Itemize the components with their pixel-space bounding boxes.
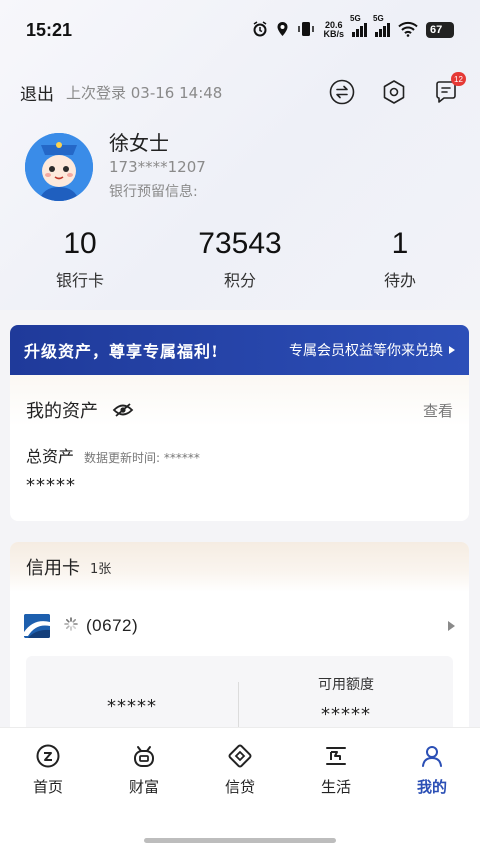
account-header: 退出 上次登录 03-16 14:48 12 bbox=[20, 72, 466, 110]
net-speed-unit: KB/s bbox=[323, 29, 344, 39]
user-name: 徐女士 bbox=[109, 131, 169, 155]
bank-reserved-info: 银行预留信息: bbox=[109, 184, 198, 200]
stat-value: 10 bbox=[63, 227, 97, 260]
caret-right-icon bbox=[448, 621, 455, 631]
nav-label: 生活 bbox=[320, 778, 351, 796]
avatar[interactable] bbox=[25, 133, 93, 201]
nav-label: 我的 bbox=[416, 778, 447, 796]
credit-card-title: 信用卡 bbox=[26, 558, 80, 579]
view-assets-link[interactable]: 查看 bbox=[423, 400, 453, 421]
home-indicator[interactable] bbox=[144, 838, 336, 843]
total-assets-label: 总资产 bbox=[26, 447, 75, 466]
wealth-icon bbox=[130, 742, 158, 770]
stat-value: 73543 bbox=[198, 227, 282, 260]
user-profile[interactable]: 徐女士 173****1207 银行预留信息: bbox=[25, 130, 465, 210]
loading-icon bbox=[64, 617, 78, 635]
credit-card-header: 信用卡 1张 bbox=[10, 542, 469, 592]
status-time: 15:21 bbox=[26, 19, 73, 40]
my-assets-card: 我的资产 查看 总资产 数据更新时间: ****** ***** bbox=[10, 375, 469, 521]
available-limit-value: ***** bbox=[321, 704, 371, 725]
stat-todo[interactable]: 1 待办 bbox=[320, 225, 480, 295]
promo-subtitle: 专属会员权益等你来兑换 bbox=[289, 343, 443, 359]
net-speed: 20.6 KB/s bbox=[323, 21, 344, 39]
status-icons: 20.6 KB/s 5G 5G 67 bbox=[252, 14, 454, 40]
stat-label: 银行卡 bbox=[55, 271, 104, 290]
user-phone: 173****1207 bbox=[109, 158, 206, 176]
battery-icon: 67 bbox=[426, 22, 454, 38]
assets-title: 我的资产 bbox=[26, 401, 98, 422]
nav-loan[interactable]: 信贷 bbox=[192, 742, 288, 814]
settings-icon[interactable] bbox=[380, 78, 408, 106]
profile-icon bbox=[418, 742, 446, 770]
status-bar: 15:21 20.6 KB/s 5G 5G 67 bbox=[0, 0, 480, 60]
nav-home[interactable]: 首页 bbox=[0, 742, 96, 814]
bottom-navigation: 首页 财富 信贷 生活 我的 bbox=[0, 727, 480, 853]
promo-link[interactable]: 专属会员权益等你来兑换 bbox=[289, 340, 455, 360]
nav-life[interactable]: 生活 bbox=[288, 742, 384, 814]
credit-card-number: (0672) bbox=[86, 616, 139, 635]
vibrate-icon bbox=[297, 21, 315, 40]
message-icon[interactable]: 12 bbox=[432, 72, 466, 106]
wifi-icon bbox=[398, 21, 418, 40]
eye-hidden-icon[interactable] bbox=[112, 402, 134, 418]
stat-bank-cards[interactable]: 10 银行卡 bbox=[0, 225, 160, 295]
signal-label: 5G bbox=[350, 14, 361, 23]
available-limit-label: 可用额度 bbox=[318, 677, 374, 693]
credit-card-item[interactable]: (0672) bbox=[10, 596, 469, 656]
signal-icon: 5G bbox=[350, 14, 367, 37]
nav-label: 财富 bbox=[128, 778, 159, 796]
account-stats: 10 银行卡 73543 积分 1 待办 bbox=[0, 225, 480, 295]
life-icon bbox=[322, 742, 350, 770]
nav-label: 信贷 bbox=[224, 778, 255, 796]
loan-icon bbox=[226, 742, 254, 770]
credit-card-section: 信用卡 1张 (0672) ***** 可用额度 ***** bbox=[10, 542, 469, 742]
stat-value: 1 bbox=[391, 227, 409, 260]
logout-button[interactable]: 退出 bbox=[20, 80, 54, 105]
nav-profile[interactable]: 我的 bbox=[384, 742, 480, 814]
last-login-text: 上次登录 03-16 14:48 bbox=[66, 83, 223, 102]
bank-logo-icon bbox=[24, 614, 50, 638]
alarm-icon bbox=[252, 20, 268, 40]
battery-level: 67 bbox=[430, 24, 443, 36]
upgrade-promo-banner[interactable]: 升级资产，尊享专属福利! 专属会员权益等你来兑换 bbox=[10, 325, 469, 375]
stat-label: 积分 bbox=[223, 271, 256, 290]
message-badge: 12 bbox=[451, 72, 466, 86]
data-update-time: 数据更新时间: ****** bbox=[84, 451, 200, 465]
caret-right-icon bbox=[449, 346, 455, 354]
nav-wealth[interactable]: 财富 bbox=[96, 742, 192, 814]
promo-title: 升级资产，尊享专属福利! bbox=[24, 342, 220, 361]
home-icon bbox=[34, 742, 62, 770]
stat-points[interactable]: 73543 积分 bbox=[160, 225, 320, 295]
credit-card-count: 1张 bbox=[90, 561, 112, 577]
total-assets-value: ***** bbox=[26, 475, 76, 496]
signal-label: 5G bbox=[373, 14, 384, 23]
switch-icon[interactable] bbox=[328, 78, 356, 106]
location-icon bbox=[276, 21, 289, 40]
nav-label: 首页 bbox=[32, 778, 63, 796]
signal-icon: 5G bbox=[373, 14, 390, 37]
stat-label: 待办 bbox=[383, 271, 416, 290]
